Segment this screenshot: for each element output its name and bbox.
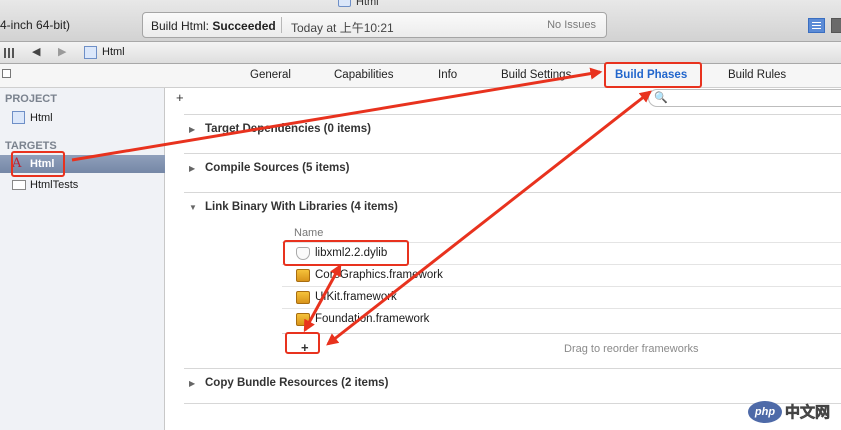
build-status: Build Html: Succeeded	[151, 19, 276, 33]
disclosure-triangle-icon[interactable]: ▼	[189, 203, 197, 212]
libraries-footer: + Drag to reorder frameworks	[282, 333, 841, 362]
highlight-box	[283, 240, 409, 266]
phase-title: Link Binary With Libraries (4 items)	[205, 201, 398, 213]
project-file-icon	[84, 46, 97, 59]
search-icon: 🔍	[654, 92, 668, 104]
phase-title: Copy Bundle Resources (2 items)	[205, 377, 389, 389]
tab-capabilities[interactable]: Capabilities	[334, 69, 393, 81]
disclosure-triangle-icon[interactable]: ▶	[189, 125, 195, 134]
test-bundle-icon	[12, 180, 26, 190]
breadcrumb[interactable]: Html	[102, 46, 125, 58]
phase-copy-bundle-resources[interactable]: ▶ Copy Bundle Resources (2 items)	[184, 368, 841, 404]
editor-tab-bar: General Capabilities Info Build Settings…	[0, 64, 841, 88]
jump-bar: ◀ ▶ Html	[0, 42, 841, 64]
editor-assistant-button[interactable]	[831, 18, 841, 33]
project-file-icon	[338, 0, 351, 7]
scheme-destination[interactable]: 4-inch 64-bit)	[0, 18, 70, 32]
table-row[interactable]: Foundation.framework	[282, 308, 841, 330]
disclosure-triangle-icon[interactable]: ▶	[189, 379, 195, 388]
tab-build-settings[interactable]: Build Settings	[501, 69, 571, 81]
hide-sidebar-toggle[interactable]	[2, 69, 11, 78]
window-toolbar: Html 4-inch 64-bit) Build Html: Succeede…	[0, 0, 841, 42]
phase-compile-sources[interactable]: ▶ Compile Sources (5 items)	[184, 153, 841, 192]
column-header-name: Name	[294, 227, 324, 239]
related-items-icon[interactable]	[4, 48, 6, 58]
library-name: CoreGraphics.framework	[315, 269, 443, 281]
highlight-box	[285, 332, 320, 354]
phase-title: Compile Sources (5 items)	[205, 162, 350, 174]
issues-count: No Issues	[547, 19, 596, 31]
tab-build-rules[interactable]: Build Rules	[728, 69, 786, 81]
phase-target-dependencies[interactable]: ▶ Target Dependencies (0 items)	[184, 114, 841, 153]
highlight-box	[11, 151, 65, 177]
window-title: Html	[356, 0, 379, 8]
sidebar-item-label: Html	[30, 112, 53, 124]
phase-title: Target Dependencies (0 items)	[205, 123, 371, 135]
project-target-sidebar: PROJECT Html TARGETS A Html HtmlTests	[0, 88, 165, 430]
project-icon	[12, 111, 25, 124]
forward-arrow-icon[interactable]: ▶	[58, 45, 66, 58]
project-section-header: PROJECT	[5, 93, 57, 105]
build-time: Today at 上午10:21	[291, 21, 394, 35]
framework-icon	[296, 313, 310, 326]
disclosure-triangle-icon[interactable]: ▶	[189, 164, 195, 173]
library-name: UIKit.framework	[315, 291, 397, 303]
reorder-hint: Drag to reorder frameworks	[564, 343, 699, 355]
sidebar-item-target-htmltests[interactable]: HtmlTests	[0, 176, 165, 194]
editor-standard-button[interactable]	[808, 18, 825, 33]
back-arrow-icon[interactable]: ◀	[32, 45, 40, 58]
tab-info[interactable]: Info	[438, 69, 457, 81]
search-input[interactable]	[648, 89, 841, 107]
highlight-box	[604, 62, 702, 88]
sidebar-item-project[interactable]: Html	[0, 109, 165, 127]
add-build-phase-button[interactable]: +	[176, 90, 184, 105]
build-status-result: Succeeded	[212, 19, 276, 33]
framework-icon	[296, 269, 310, 282]
sidebar-item-label: HtmlTests	[30, 179, 79, 191]
table-row[interactable]: CoreGraphics.framework	[282, 264, 841, 286]
framework-icon	[296, 291, 310, 304]
tab-general[interactable]: General	[250, 69, 291, 81]
build-status-prefix: Build Html:	[151, 19, 213, 33]
watermark-badge: php	[748, 401, 782, 423]
divider	[281, 17, 282, 33]
watermark-text: 中文网	[785, 404, 831, 422]
library-name: Foundation.framework	[315, 313, 430, 325]
watermark-logo: php 中文网	[748, 398, 841, 430]
activity-view: Build Html: Succeeded Today at 上午10:21 N…	[142, 12, 607, 38]
table-row[interactable]: UIKit.framework	[282, 286, 841, 308]
